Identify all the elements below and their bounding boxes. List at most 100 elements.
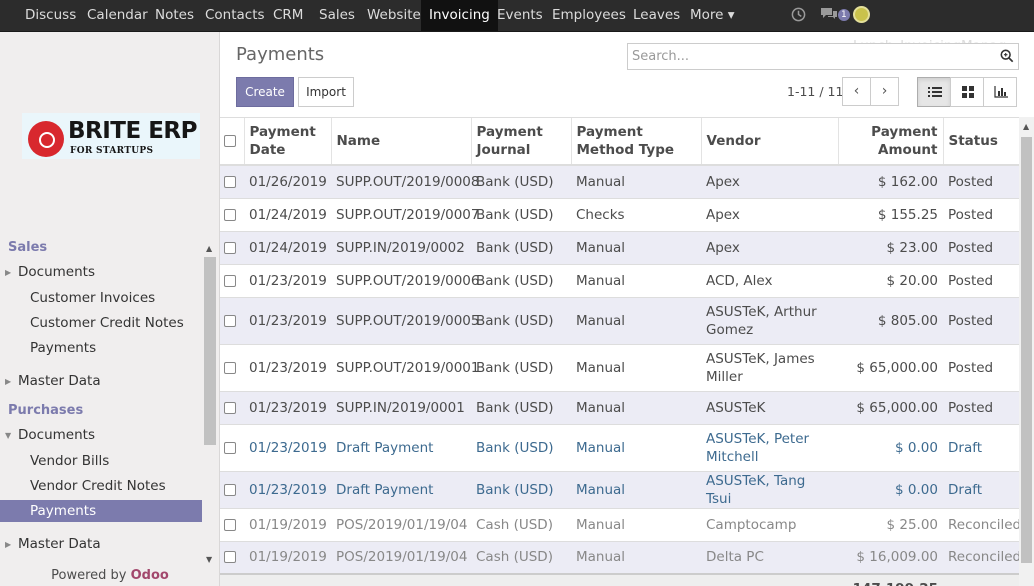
activity-clock-icon[interactable] [791,0,806,31]
powered-by: Powered by Odoo [0,568,220,583]
checkbox[interactable] [224,175,236,188]
cell-vendor: Apex [701,198,838,232]
cell-payment-date: 01/23/2019 [244,344,331,392]
menu-notes[interactable]: Notes [147,0,202,31]
pager-value[interactable]: 1-11 / 11 [787,84,843,99]
graph-view-button[interactable] [983,77,1017,107]
sidebar-item-purchases-payments[interactable]: Payments [0,500,202,522]
table-row[interactable]: 01/23/2019 SUPP.IN/2019/0001 Bank (USD) Man… [220,391,1019,425]
row-checkbox[interactable] [220,344,244,392]
table-row[interactable]: 01/24/2019 SUPP.OUT/2019/0007 Bank (USD) Ch… [220,198,1019,232]
col-payment-method-type[interactable]: Payment Method Type [571,118,702,166]
sidebar-item-vendor-credit-notes[interactable]: Vendor Credit Notes [0,475,202,497]
sales-master-data-menu[interactable]: ▶ Master Data [0,373,202,389]
row-checkbox[interactable] [220,541,244,575]
row-checkbox[interactable] [220,165,244,199]
checkbox[interactable] [224,135,236,147]
sidebar-scrollbar[interactable]: ▲ ▼ [203,242,217,567]
pager-previous-button[interactable]: ‹ [842,77,871,106]
scroll-down-icon[interactable]: ▼ [206,555,212,564]
row-checkbox[interactable] [220,471,244,509]
checkbox[interactable] [224,208,236,221]
sidebar-item-customer-credit-notes[interactable]: Customer Credit Notes [0,312,202,334]
checkbox[interactable] [224,551,236,564]
row-checkbox[interactable] [220,424,244,472]
cell-vendor: Apex [701,165,838,199]
row-checkbox[interactable] [220,231,244,265]
menu-crm[interactable]: CRM [265,0,311,31]
checkbox[interactable] [224,274,236,287]
checkbox[interactable] [224,361,236,374]
user-menu[interactable]: Lunch_InvoicingManag... [853,0,1034,54]
search-box[interactable] [627,43,1019,70]
table-row[interactable]: 01/23/2019 SUPP.OUT/2019/0005 Bank (USD) Ma… [220,297,1019,345]
checkbox[interactable] [224,441,236,454]
checkbox[interactable] [224,518,236,531]
menu-calendar[interactable]: Calendar [79,0,156,31]
kanban-view-button[interactable] [950,77,984,107]
row-checkbox[interactable] [220,391,244,425]
table-row[interactable]: 01/23/2019 Draft Payment Bank (USD) Manual A… [220,471,1019,509]
select-all-checkbox[interactable] [220,118,245,166]
menu-discuss[interactable]: Discuss [17,0,84,31]
col-name[interactable]: Name [331,118,472,166]
table-header-row: Payment Date Name Payment Journal Paymen… [220,118,1019,166]
menu-events[interactable]: Events [489,0,551,31]
checkbox[interactable] [224,314,236,327]
row-checkbox[interactable] [220,198,244,232]
row-checkbox[interactable] [220,508,244,542]
messages-chat-icon[interactable]: 1 [820,0,850,31]
col-status[interactable]: Status [943,118,1019,166]
col-payment-amount[interactable]: Payment Amount [838,118,944,166]
col-payment-date[interactable]: Payment Date [244,118,332,166]
cell-payment-amount: $ 20.00 [838,264,943,298]
checkbox[interactable] [224,483,236,496]
sidebar-item-sales-payments[interactable]: Payments [0,337,202,359]
menu-website[interactable]: Website [359,0,429,31]
table-row[interactable]: 01/26/2019 SUPP.OUT/2019/0008 Bank (USD) Ma… [220,165,1019,199]
sidebar-scroll-thumb[interactable] [204,257,216,445]
cell-status: Posted [943,165,1019,199]
table-row[interactable]: 01/23/2019 SUPP.OUT/2019/0006 Bank (USD) Ma… [220,264,1019,298]
cell-payment-journal: Cash (USD) [471,508,571,542]
menu-more[interactable]: More ▾ [682,0,743,31]
search-input[interactable] [632,44,982,69]
row-checkbox[interactable] [220,297,244,345]
table-row[interactable]: 01/19/2019 POS/2019/01/19/04 Cash (USD) Man… [220,541,1019,575]
menu-contacts[interactable]: Contacts [197,0,273,31]
purchases-master-data-menu[interactable]: ▶ Master Data [0,536,202,552]
scroll-up-icon[interactable]: ▲ [1023,122,1029,131]
cell-status: Posted [943,344,1019,392]
table-row[interactable]: 01/24/2019 SUPP.IN/2019/0002 Bank (USD) Man… [220,231,1019,265]
bar-chart-icon [994,86,1008,98]
menu-sales[interactable]: Sales [311,0,363,31]
checkbox[interactable] [224,241,236,254]
checkbox[interactable] [224,401,236,414]
scroll-up-icon[interactable]: ▲ [206,244,212,253]
table-row[interactable]: 01/23/2019 Draft Payment Bank (USD) Manual A… [220,424,1019,472]
menu-invoicing[interactable]: Invoicing [421,0,498,31]
col-payment-journal[interactable]: Payment Journal [471,118,572,166]
list-scrollbar[interactable]: ▲ [1019,117,1034,586]
menu-employees[interactable]: Employees [544,0,634,31]
odoo-link[interactable]: Odoo [131,568,169,583]
table-row[interactable]: 01/19/2019 POS/2019/01/19/04 Cash (USD) Man… [220,508,1019,542]
cell-vendor: Camptocamp [701,508,838,542]
create-button[interactable]: Create [236,77,294,107]
col-vendor[interactable]: Vendor [701,118,839,166]
table-row[interactable]: 01/23/2019 SUPP.OUT/2019/0001 Bank (USD) Ma… [220,344,1019,392]
row-checkbox[interactable] [220,264,244,298]
sidebar-item-vendor-bills[interactable]: Vendor Bills [0,450,202,472]
sidebar-item-customer-invoices[interactable]: Customer Invoices [0,287,202,309]
list-scroll-thumb[interactable] [1021,137,1032,563]
import-button[interactable]: Import [298,77,354,107]
cell-name: Draft Payment [331,424,471,472]
search-icon[interactable] [1000,49,1014,63]
menu-leaves[interactable]: Leaves [625,0,688,31]
purchases-documents-menu[interactable]: ▼ Documents [0,427,202,443]
list-view-button[interactable] [917,77,951,107]
sales-documents-menu[interactable]: ▶ Documents [0,264,202,280]
cell-payment-method-type: Manual [571,424,701,472]
pager-next-button[interactable]: › [870,77,899,106]
cell-payment-amount: $ 65,000.00 [838,344,943,392]
